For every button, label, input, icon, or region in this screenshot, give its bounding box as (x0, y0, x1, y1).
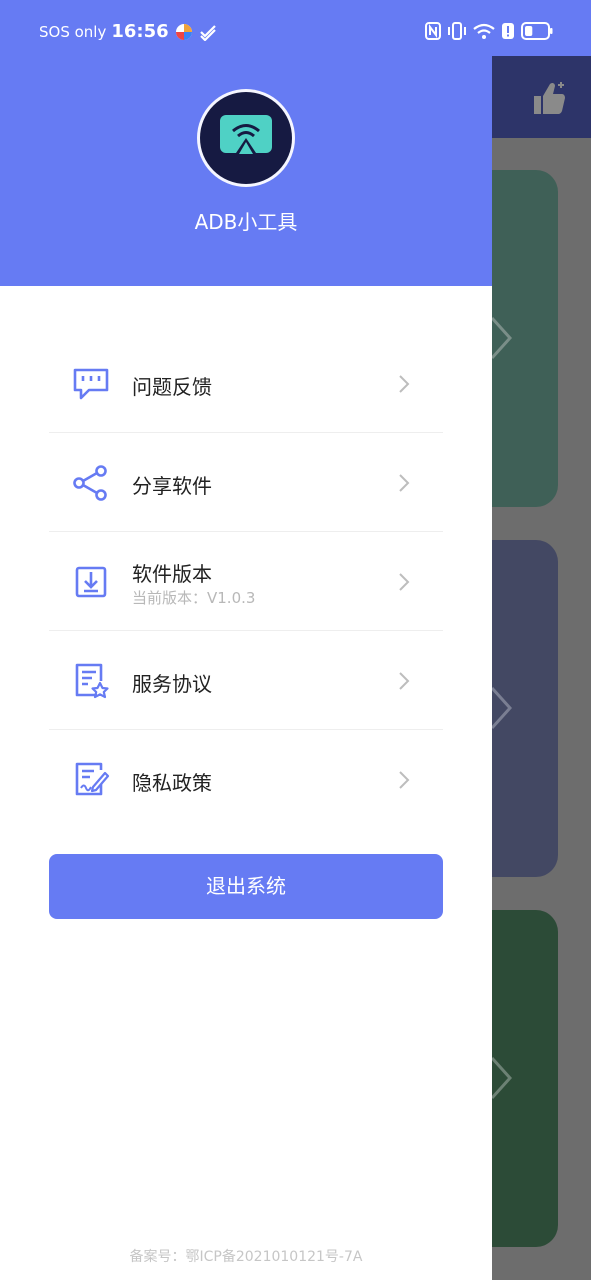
menu-item-label: 问题反馈 (132, 375, 212, 399)
navigation-drawer: ADB小工具 问题反馈 分享软件 软件版本 当前版本：V1.0.3 服务协议 隐… (0, 0, 492, 1280)
drawer-menu: 问题反馈 分享软件 软件版本 当前版本：V1.0.3 服务协议 隐私政策 (49, 334, 443, 829)
menu-item-label: 服务协议 (132, 672, 212, 696)
agreement-icon (75, 663, 109, 699)
menu-item-feedback[interactable]: 问题反馈 (49, 334, 443, 433)
status-bar: SOS only 16:56 (0, 0, 591, 56)
screen: SOS only 16:56 ADB小工具 问题反馈 分享软件 软件版本 当前版… (0, 0, 591, 1280)
menu-item-service-agreement[interactable]: 服务协议 (49, 631, 443, 730)
current-version-text: 当前版本：V1.0.3 (132, 589, 256, 607)
chevron-right-icon (399, 672, 410, 690)
menu-item-privacy-policy[interactable]: 隐私政策 (49, 730, 443, 829)
chevron-right-icon (490, 316, 512, 360)
battery-icon (521, 22, 553, 40)
menu-item-label: 分享软件 (132, 474, 212, 498)
app-name: ADB小工具 (194, 210, 298, 234)
vibrate-icon (448, 22, 466, 40)
nfc-icon (425, 22, 441, 40)
chevron-right-icon (399, 573, 410, 591)
chevron-right-icon (490, 1056, 512, 1100)
menu-item-label: 隐私政策 (132, 771, 212, 795)
alert-icon (502, 23, 514, 39)
app-notification-icon (175, 23, 192, 40)
chevron-right-icon (399, 474, 410, 492)
carrier-label: SOS only (39, 22, 107, 41)
clock: 16:56 (111, 21, 169, 42)
chevron-right-icon (399, 771, 410, 789)
menu-item-version[interactable]: 软件版本 当前版本：V1.0.3 (49, 532, 443, 631)
download-icon (75, 566, 107, 598)
notification-icon (199, 24, 216, 41)
menu-item-label: 软件版本 (132, 562, 212, 586)
app-logo-avatar (197, 89, 295, 187)
feedback-icon (73, 368, 109, 400)
thumbs-up-icon[interactable] (530, 80, 570, 116)
chevron-right-icon (490, 686, 512, 730)
privacy-policy-icon (75, 762, 110, 796)
menu-item-share[interactable]: 分享软件 (49, 433, 443, 532)
wifi-icon (473, 23, 495, 39)
icp-filing-number: 备案号：鄂ICP备2021010121号-7A (129, 1249, 363, 1265)
chevron-right-icon (399, 375, 410, 393)
cast-screen-icon (220, 115, 272, 156)
logout-button[interactable]: 退出系统 (49, 854, 443, 919)
share-icon (73, 465, 107, 501)
